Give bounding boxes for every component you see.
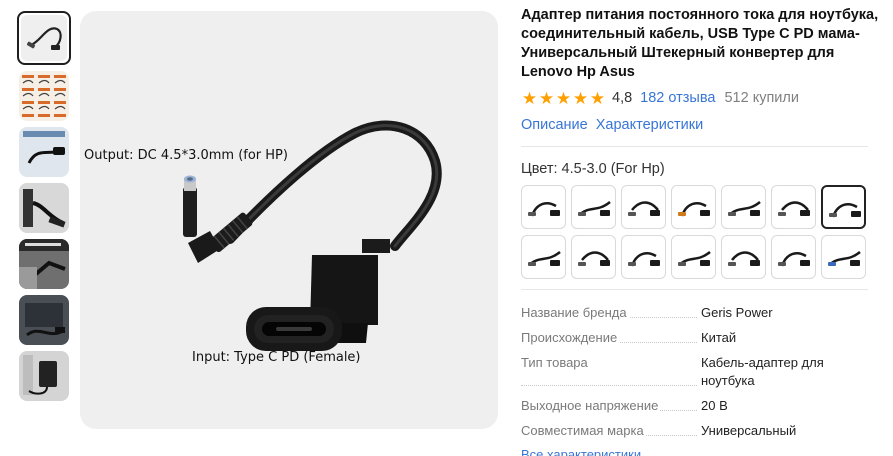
star-icon: ★ (555, 88, 572, 108)
adapter-variant-icon (828, 251, 861, 266)
specifications-link[interactable]: Характеристики (596, 117, 704, 133)
color-swatch[interactable] (571, 235, 616, 279)
color-swatch-grid (521, 185, 889, 279)
star-icon: ★ (521, 88, 538, 108)
color-swatch[interactable] (671, 235, 716, 279)
spec-row: Выходное напряжение 20 В (521, 397, 868, 415)
variants-grid-icon (22, 75, 66, 117)
star-icon: ★ (572, 88, 589, 108)
thumbnail-4[interactable] (19, 183, 69, 233)
color-swatch[interactable] (771, 235, 816, 279)
color-swatch[interactable] (821, 185, 866, 229)
spec-key: Название бренда (521, 304, 701, 322)
thumbnail-5[interactable] (19, 239, 69, 289)
cable-thumbnail-icon (26, 27, 62, 50)
spec-row: Тип товара Кабель-адаптер для ноутбука (521, 354, 868, 390)
adapter-variant-icon (528, 251, 561, 266)
adapter-variant-icon (578, 201, 611, 216)
thumbnail-3[interactable] (19, 127, 69, 177)
thumbnail-list (17, 11, 71, 407)
cable-adapter-illustration (183, 120, 442, 351)
color-swatch[interactable] (721, 235, 766, 279)
thumbnail-7[interactable] (19, 351, 69, 401)
color-swatch[interactable] (721, 185, 766, 229)
spec-key-text: Выходное напряжение (521, 398, 661, 413)
adapter-variant-icon (728, 201, 761, 216)
adapter-variant-icon (578, 251, 610, 266)
adapter-variant-icon (678, 251, 711, 266)
adapter-variant-icon (528, 202, 560, 217)
spec-value: Китай (701, 330, 737, 345)
star-icon: ★ (538, 88, 555, 108)
color-swatch[interactable] (771, 185, 816, 229)
color-swatch[interactable] (621, 185, 666, 229)
spec-row: Происхождение Китай (521, 329, 868, 347)
divider (521, 146, 868, 147)
all-specifications-link[interactable]: Все характеристики (521, 447, 889, 456)
rating-value: 4,8 (612, 90, 633, 106)
divider (521, 289, 868, 290)
description-link[interactable]: Описание (521, 117, 588, 133)
laptop-connection-icon (23, 189, 66, 228)
color-swatch[interactable] (621, 235, 666, 279)
product-title: Адаптер питания постоянного тока для ноу… (521, 7, 879, 80)
adapter-variant-icon (728, 251, 760, 266)
product-info-panel: Адаптер питания постоянного тока для ноу… (521, 6, 889, 456)
section-links: Описание Характеристики (521, 117, 889, 133)
color-swatch[interactable] (671, 185, 716, 229)
color-swatch[interactable] (821, 235, 866, 279)
spec-dotted-leader (521, 385, 697, 386)
adapter-variant-icon (778, 252, 810, 267)
thumbnail-1[interactable] (17, 11, 71, 65)
specs-list: Название бренда Geris Power Происхождение К… (521, 304, 868, 440)
spec-key-text: Тип товара (521, 355, 590, 370)
adapter-variant-icon (628, 201, 660, 216)
spec-key: Тип товара (521, 354, 701, 390)
adapter-variant-icon (678, 202, 710, 217)
spec-value: Geris Power (701, 305, 773, 320)
color-label: Цвет: 4.5-3.0 (For Hp) (521, 161, 665, 177)
spec-row: Название бренда Geris Power (521, 304, 868, 322)
spec-key-text: Название бренда (521, 305, 629, 320)
plug-and-charge-icon (19, 239, 69, 289)
color-swatch[interactable] (521, 185, 566, 229)
output-caption: Output: DC 4.5*3.0mm (for HP) (84, 148, 288, 163)
spec-row: Совместимая марка Универсальный (521, 422, 868, 440)
color-swatch[interactable] (521, 235, 566, 279)
adapter-variant-icon (628, 252, 660, 267)
input-caption: Input: Type C PD (Female) (192, 350, 361, 365)
bought-count: 512 купили (724, 90, 799, 106)
main-product-image[interactable]: Output: DC 4.5*3.0mm (for HP) Input: Typ… (80, 11, 498, 429)
spec-value: 20 В (701, 398, 728, 413)
charger-icon (23, 355, 57, 395)
adapter-variant-icon (778, 201, 810, 216)
laptop-dark-icon (25, 303, 65, 337)
color-swatch[interactable] (571, 185, 616, 229)
rating-row: ★ ★ ★ ★ ★ 4,8 182 отзыва 512 купили (521, 89, 889, 107)
spec-value: Универсальный (701, 423, 797, 438)
spec-value: Кабель-адаптер для ноутбука (701, 355, 824, 388)
adapter-thumbnail-icon (23, 131, 65, 164)
spec-key-text: Происхождение (521, 330, 620, 345)
thumbnail-2[interactable] (19, 71, 69, 121)
rating-stars: ★ ★ ★ ★ ★ (521, 90, 606, 107)
spec-key: Выходное напряжение (521, 397, 701, 415)
reviews-link[interactable]: 182 отзыва (640, 90, 715, 106)
spec-key: Совместимая марка (521, 422, 701, 440)
adapter-variant-icon (829, 203, 861, 218)
thumbnail-6[interactable] (19, 295, 69, 345)
star-icon: ★ (589, 88, 606, 108)
spec-key: Происхождение (521, 329, 701, 347)
spec-key-text: Совместимая марка (521, 423, 646, 438)
